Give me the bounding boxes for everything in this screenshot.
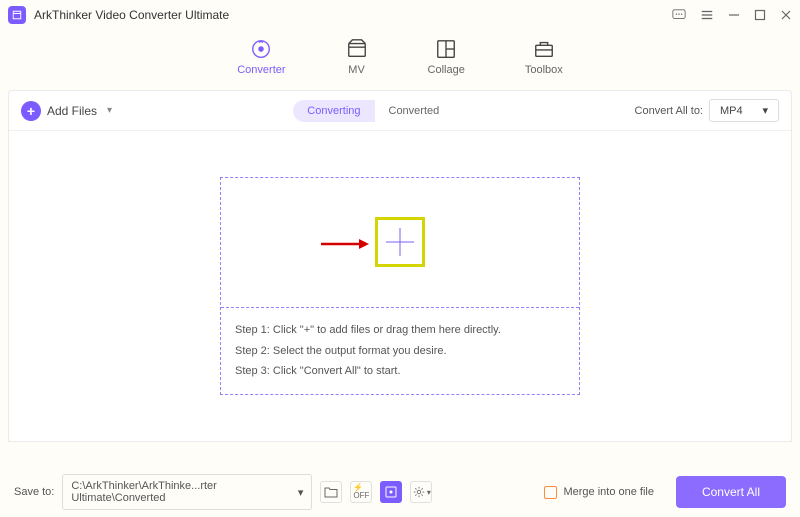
add-files-plus[interactable] xyxy=(375,217,425,267)
maximize-button[interactable] xyxy=(754,9,766,21)
open-folder-button[interactable] xyxy=(320,481,342,503)
instructions: Step 1: Click "+" to add files or drag t… xyxy=(221,308,579,395)
close-button[interactable] xyxy=(780,9,792,21)
drop-area[interactable]: Step 1: Click "+" to add files or drag t… xyxy=(220,177,580,396)
mv-icon xyxy=(346,38,368,60)
add-files-button[interactable]: + Add Files ▾ xyxy=(21,101,112,121)
status-segment: Converting Converted xyxy=(293,100,453,122)
toolbox-icon xyxy=(533,38,555,60)
converter-icon xyxy=(250,38,272,60)
tab-collage[interactable]: Collage xyxy=(428,38,465,76)
app-title: ArkThinker Video Converter Ultimate xyxy=(34,8,672,22)
main-panel: + Add Files ▾ Converting Converted Conve… xyxy=(8,90,792,442)
settings-button[interactable]: ▾ xyxy=(410,481,432,503)
arrow-icon xyxy=(321,236,369,252)
feedback-icon[interactable] xyxy=(672,8,686,22)
merge-checkbox[interactable]: Merge into one file xyxy=(544,486,654,499)
step-2: Step 2: Select the output format you des… xyxy=(235,341,565,362)
convert-all-to-label: Convert All to: xyxy=(635,105,703,117)
convert-all-button[interactable]: Convert All xyxy=(676,476,786,508)
tab-mv[interactable]: MV xyxy=(346,38,368,76)
minimize-button[interactable] xyxy=(728,9,740,21)
tab-toolbox[interactable]: Toolbox xyxy=(525,38,563,76)
chevron-down-icon: ▾ xyxy=(298,486,304,499)
save-to-label: Save to: xyxy=(14,486,54,498)
app-logo xyxy=(8,6,26,24)
save-path-select[interactable]: C:\ArkThinker\ArkThinke...rter Ultimate\… xyxy=(62,474,312,510)
chevron-down-icon: ▾ xyxy=(762,104,768,117)
plus-icon: + xyxy=(21,101,41,121)
checkbox-icon xyxy=(544,486,557,499)
toolbar: + Add Files ▾ Converting Converted Conve… xyxy=(9,91,791,131)
bottom-bar: Save to: C:\ArkThinker\ArkThinke...rter … xyxy=(0,467,800,517)
collage-icon xyxy=(435,38,457,60)
titlebar: ArkThinker Video Converter Ultimate xyxy=(0,0,800,30)
nav-tabs: Converter MV Collage Toolbox xyxy=(0,30,800,90)
seg-converted[interactable]: Converted xyxy=(375,100,454,122)
hardware-accel-button[interactable]: ⚡OFF xyxy=(350,481,372,503)
seg-converting[interactable]: Converting xyxy=(293,100,374,122)
tab-converter[interactable]: Converter xyxy=(237,38,285,76)
content-area: Step 1: Click "+" to add files or drag t… xyxy=(9,131,791,441)
step-1: Step 1: Click "+" to add files or drag t… xyxy=(235,320,565,341)
step-3: Step 3: Click "Convert All" to start. xyxy=(235,361,565,382)
menu-icon[interactable] xyxy=(700,8,714,22)
format-select[interactable]: MP4 ▾ xyxy=(709,99,779,122)
task-schedule-button[interactable] xyxy=(380,481,402,503)
